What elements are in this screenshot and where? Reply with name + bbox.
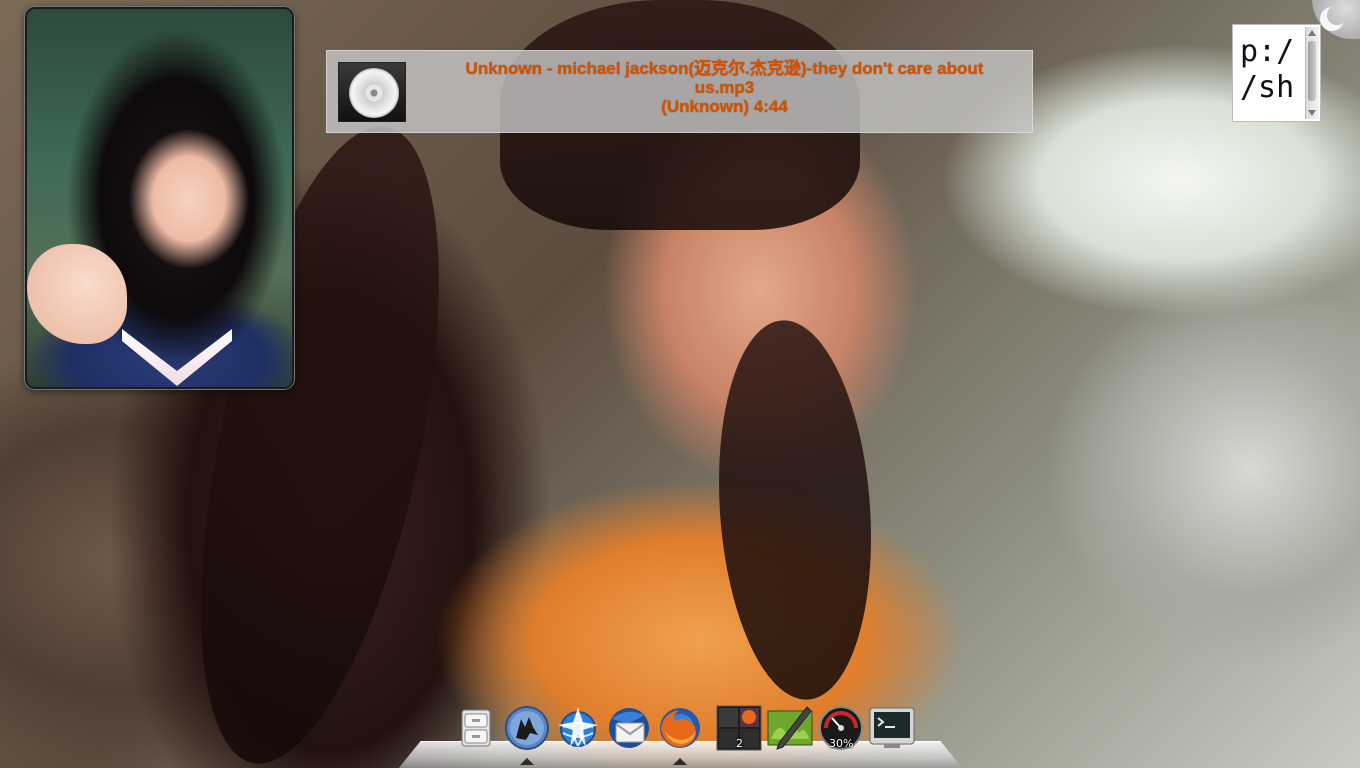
scroll-thumb[interactable]: [1308, 41, 1316, 101]
image-pen-icon: [767, 706, 813, 750]
running-indicator-icon: [673, 758, 687, 765]
dock-file-manager[interactable]: [453, 705, 499, 751]
dock-terminal[interactable]: [869, 705, 915, 751]
track-title-line: Unknown - michael jackson(迈克尔.杰克逊)-they …: [465, 59, 984, 78]
scroll-up-icon[interactable]: [1308, 30, 1316, 36]
photo-frame-widget[interactable]: [25, 7, 294, 389]
track-duration: (Unknown) 4:44: [661, 97, 788, 116]
dock: 2 30%: [453, 701, 920, 765]
terminal-widget[interactable]: p:/ /sh: [1232, 24, 1321, 122]
desktop-wallpaper: Unknown - michael jackson(迈克尔.杰克逊)-they …: [0, 0, 1360, 768]
cd-icon: [338, 62, 406, 122]
running-indicator-icon: [520, 758, 534, 765]
dock-cpu-meter[interactable]: 30%: [818, 705, 864, 751]
terminal-scrollbar[interactable]: [1305, 27, 1319, 119]
track-info: Unknown - michael jackson(迈克尔.杰克逊)-they …: [437, 59, 1012, 116]
scroll-down-icon[interactable]: [1308, 110, 1316, 116]
photo-detail: [27, 244, 127, 344]
cpu-usage-percent: 30%: [829, 737, 854, 750]
thunderbird-icon: [609, 708, 649, 748]
dock-network[interactable]: [555, 705, 601, 751]
dock-amarok[interactable]: [504, 705, 550, 765]
file-cabinet-icon: [461, 709, 491, 747]
wolf-icon: [505, 706, 549, 750]
wallpaper-hair: [706, 315, 884, 705]
terminal-line: /sh: [1240, 70, 1295, 105]
pager-desktop-number: 2: [736, 737, 743, 750]
cd-disc: [349, 68, 399, 118]
firefox-icon: [660, 708, 700, 748]
track-title-line: us.mp3: [694, 78, 755, 97]
terminal-icon: [869, 707, 915, 748]
terminal-line: p:/: [1240, 34, 1295, 69]
dock-pager[interactable]: 2: [716, 705, 762, 751]
dock-thunderbird[interactable]: [606, 705, 652, 751]
crescent-icon: [1327, 5, 1347, 25]
globe-star-icon: [558, 707, 598, 747]
now-playing-osd: Unknown - michael jackson(迈克尔.杰克逊)-they …: [326, 50, 1033, 133]
dock-firefox[interactable]: [657, 705, 703, 765]
photo-detail: [122, 329, 232, 386]
dock-image-editor[interactable]: [767, 705, 813, 751]
